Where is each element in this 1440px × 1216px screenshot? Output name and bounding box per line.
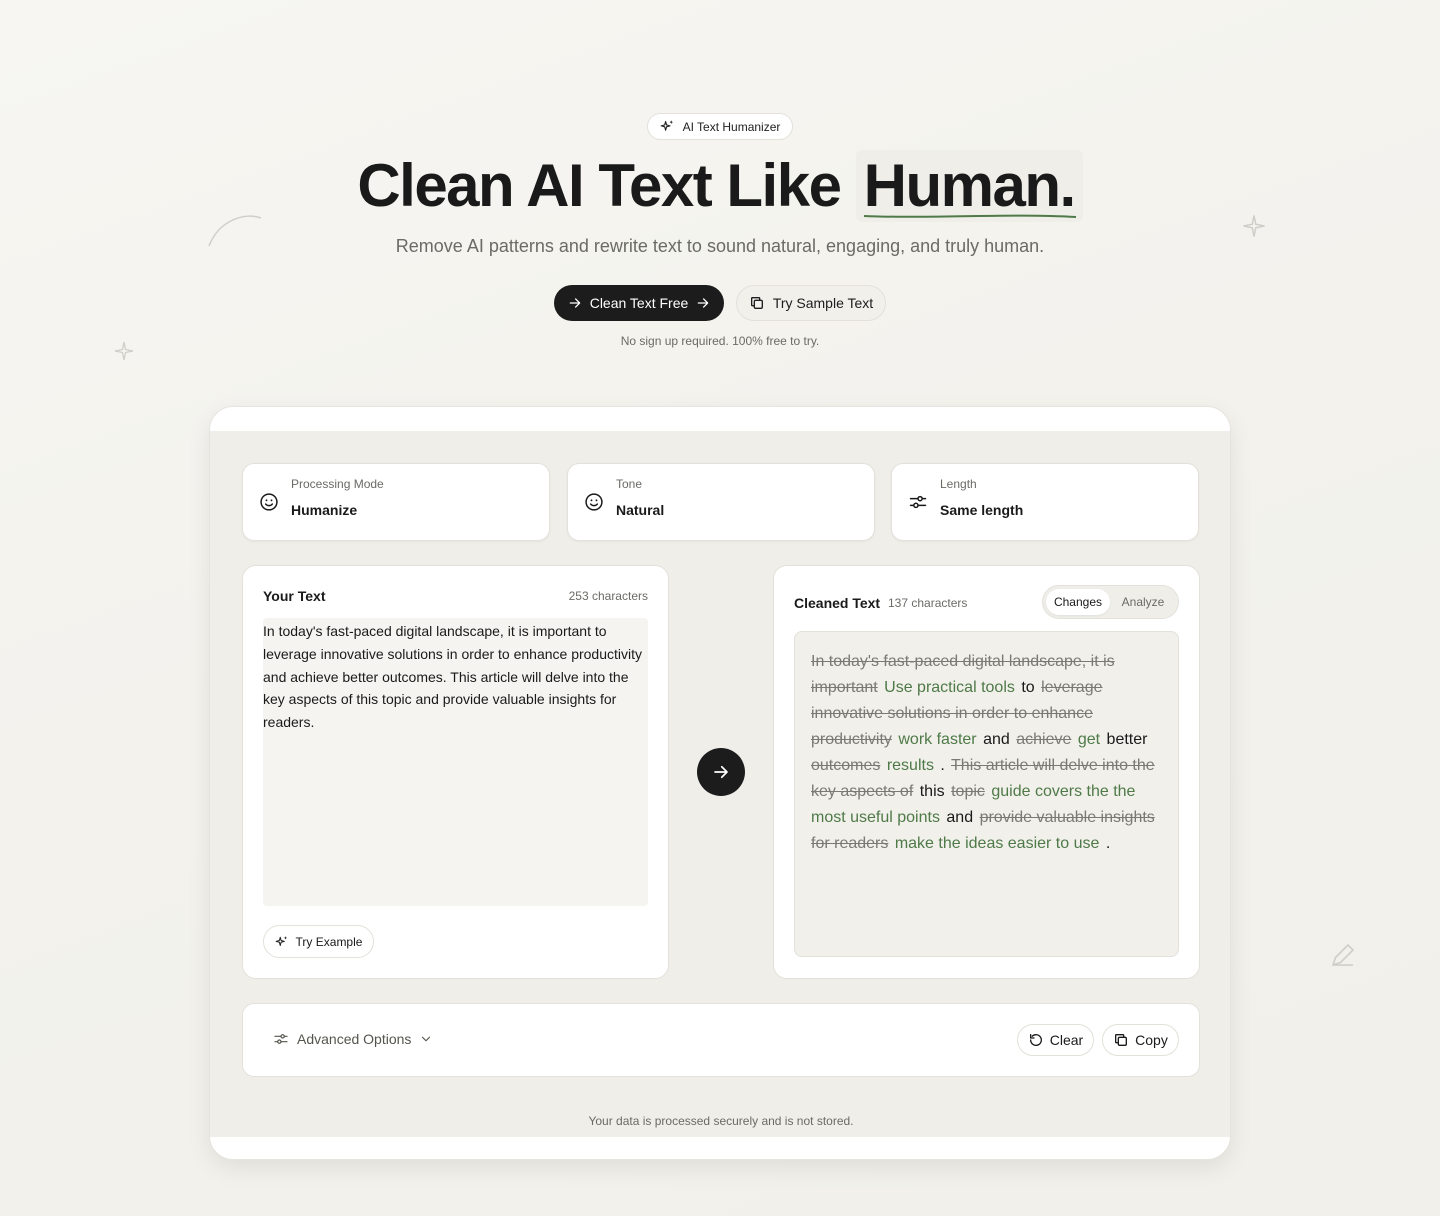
cta-row: Clean Text Free Try Sample Text bbox=[0, 285, 1440, 321]
clean-text-free-button[interactable]: Clean Text Free bbox=[554, 285, 724, 321]
deleted-segment: topic bbox=[951, 783, 985, 800]
sparkles-icon bbox=[275, 935, 287, 946]
kept-segment: . bbox=[940, 757, 945, 774]
privacy-note: Your data is processed securely and is n… bbox=[588, 1114, 854, 1128]
arrow-right-icon bbox=[697, 298, 709, 308]
clean-text-free-label: Clean Text Free bbox=[589, 295, 689, 311]
kept-segment: better bbox=[1106, 731, 1148, 748]
output-panel: Cleaned Text 137 characters Changes Anal… bbox=[773, 565, 1200, 979]
headline-main: Clean AI Text Like bbox=[357, 152, 842, 219]
cleaned-text-diff: In today's fast-paced digital landscape,… bbox=[794, 631, 1179, 957]
process-arrow-button[interactable] bbox=[697, 748, 745, 796]
input-textarea[interactable]: In today's fast-paced digital landscape,… bbox=[263, 618, 648, 906]
input-char-count: 253 characters bbox=[568, 589, 648, 603]
try-sample-text-label: Try Sample Text bbox=[772, 295, 874, 311]
arrow-right-icon bbox=[714, 765, 728, 779]
options-bar: Advanced Options Clear Copy bbox=[242, 1003, 1200, 1077]
deleted-segment: outcomes bbox=[811, 757, 881, 774]
copy-label: Copy bbox=[1135, 1032, 1168, 1048]
inserted-segment: Use practical tools bbox=[884, 679, 1015, 696]
tab-changes[interactable]: Changes bbox=[1046, 589, 1110, 615]
length-label: Length bbox=[940, 477, 977, 491]
kept-segment: and bbox=[946, 809, 974, 826]
headline-highlight: Human. bbox=[863, 152, 1077, 219]
inserted-segment: get bbox=[1077, 731, 1101, 748]
tone-value: Natural bbox=[616, 502, 665, 518]
clear-button[interactable]: Clear bbox=[1017, 1024, 1094, 1056]
length-select[interactable]: Length Same length bbox=[891, 463, 1199, 541]
kept-segment: and bbox=[983, 731, 1010, 748]
copy-button[interactable]: Copy bbox=[1102, 1024, 1179, 1056]
kept-segment: this bbox=[919, 783, 945, 800]
inserted-segment: work faster bbox=[898, 731, 977, 748]
hero-subtitle: Remove AI patterns and rewrite text to s… bbox=[395, 236, 1045, 256]
deleted-segment: achieve bbox=[1016, 731, 1072, 748]
arrow-right-icon bbox=[569, 298, 581, 308]
sliders-icon bbox=[909, 495, 927, 509]
input-panel-title: Your Text bbox=[263, 588, 326, 604]
humanizer-card: Processing Mode Humanize Tone Natural Le… bbox=[209, 406, 1231, 1160]
pen-decoration-icon bbox=[1331, 943, 1355, 967]
inserted-segment: make the ideas easier to use bbox=[894, 835, 1100, 852]
hero-badge-label: AI Text Humanizer bbox=[682, 119, 781, 134]
copy-icon bbox=[750, 297, 763, 309]
copy-icon bbox=[1115, 1034, 1128, 1046]
try-example-button[interactable]: Try Example bbox=[263, 925, 374, 958]
length-value: Same length bbox=[940, 502, 1024, 518]
processing-mode-value: Humanize bbox=[291, 502, 358, 518]
input-panel: Your Text 253 characters In today's fast… bbox=[242, 565, 669, 979]
tab-analyze[interactable]: Analyze bbox=[1112, 589, 1174, 615]
output-char-count: 137 characters bbox=[888, 596, 968, 610]
output-panel-title: Cleaned Text bbox=[794, 595, 881, 611]
tone-select[interactable]: Tone Natural bbox=[567, 463, 875, 541]
sliders-icon bbox=[274, 1034, 288, 1044]
kept-segment: . bbox=[1105, 835, 1111, 852]
underline-decoration bbox=[863, 214, 1076, 218]
kept-segment: to bbox=[1021, 679, 1035, 696]
try-sample-text-button[interactable]: Try Sample Text bbox=[736, 285, 886, 321]
processing-mode-label: Processing Mode bbox=[291, 477, 384, 491]
card-body: Processing Mode Humanize Tone Natural Le… bbox=[210, 431, 1230, 1137]
tone-label: Tone bbox=[616, 477, 643, 491]
smiley-icon bbox=[585, 493, 603, 511]
try-example-label: Try Example bbox=[295, 934, 363, 949]
sparkles-icon bbox=[660, 120, 673, 131]
clear-label: Clear bbox=[1049, 1032, 1084, 1048]
view-toggle: Changes Analyze bbox=[1042, 585, 1179, 619]
reset-icon bbox=[1029, 1034, 1042, 1046]
chevron-down-icon bbox=[422, 1036, 431, 1042]
page-title: Clean AI Text Like Human. bbox=[0, 150, 1440, 222]
advanced-options-toggle[interactable]: Advanced Options bbox=[273, 1031, 433, 1047]
inserted-segment: results bbox=[886, 757, 934, 774]
headline-highlight-wrap: Human. bbox=[855, 150, 1083, 222]
advanced-options-label: Advanced Options bbox=[297, 1031, 412, 1047]
processing-mode-select[interactable]: Processing Mode Humanize bbox=[242, 463, 550, 541]
hero-badge: AI Text Humanizer bbox=[647, 113, 793, 140]
smiley-icon bbox=[260, 493, 278, 511]
signup-note: No sign up required. 100% free to try. bbox=[620, 334, 820, 348]
